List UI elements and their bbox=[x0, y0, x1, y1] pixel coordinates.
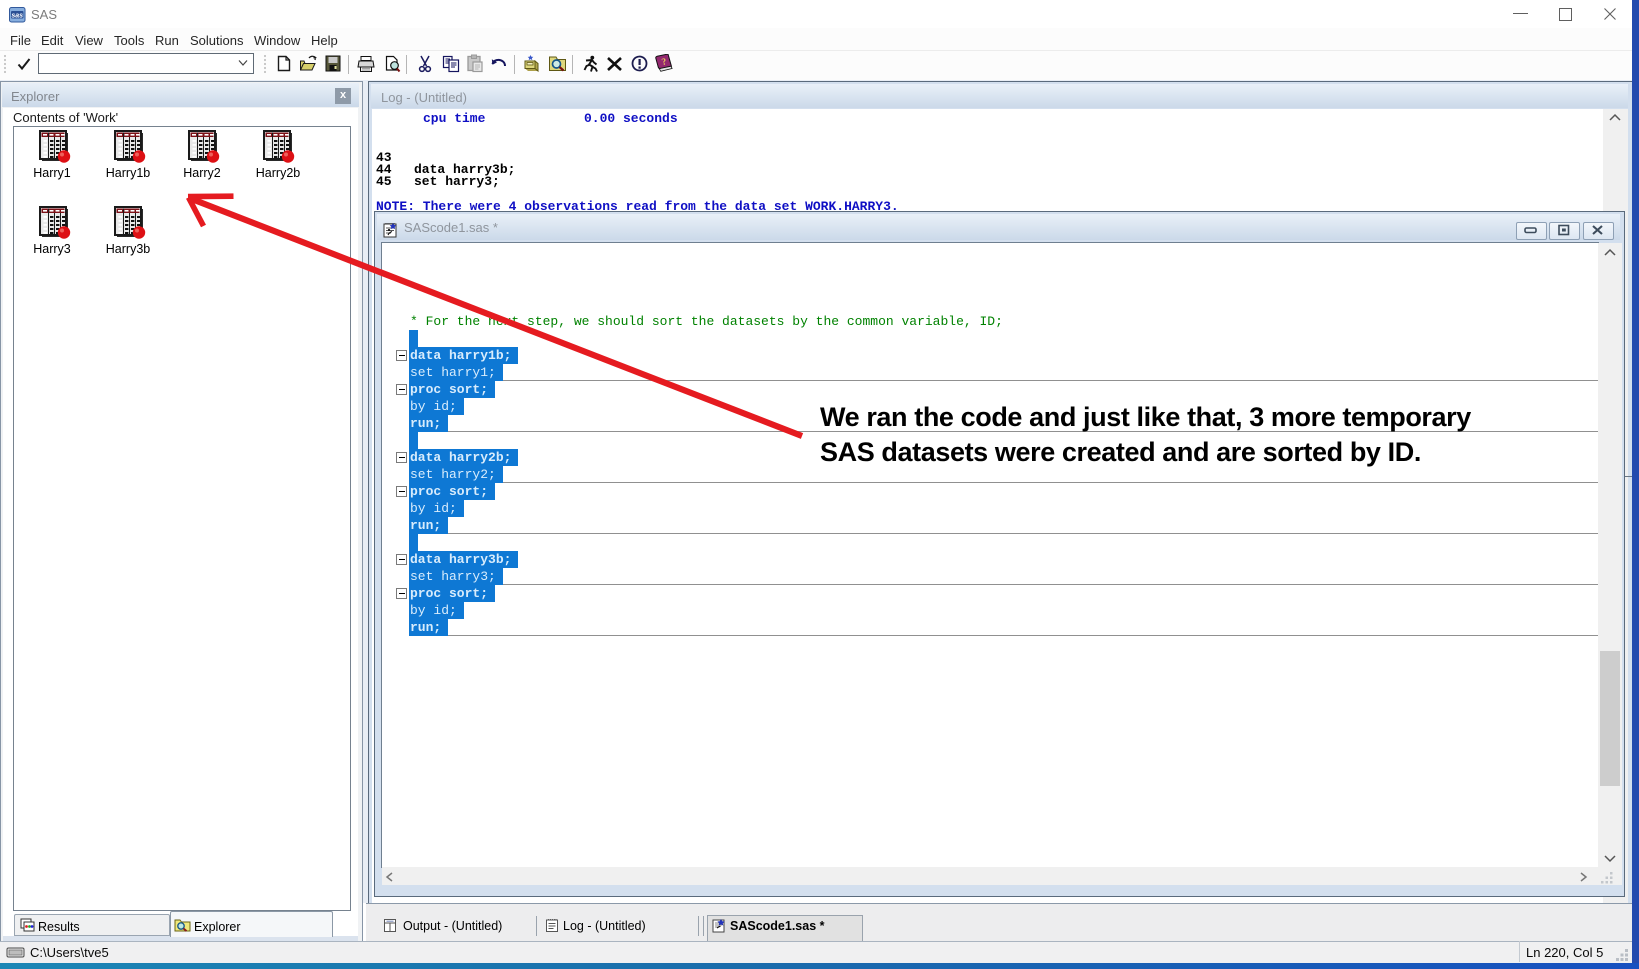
svg-text:sas: sas bbox=[11, 13, 23, 20]
